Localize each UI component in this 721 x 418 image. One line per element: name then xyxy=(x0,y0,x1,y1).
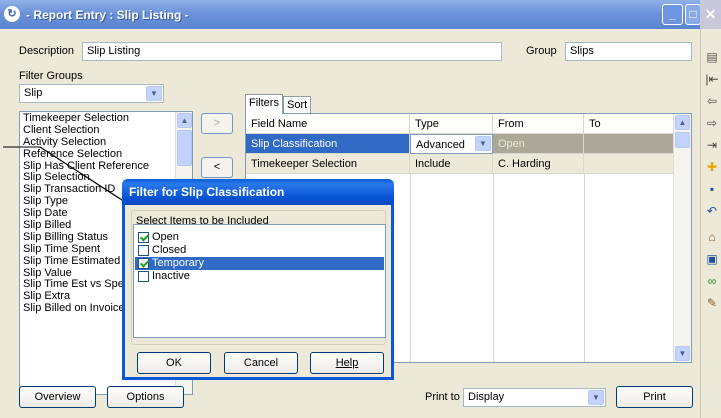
checkbox-checked-icon[interactable] xyxy=(138,258,149,269)
row-from[interactable]: C. Harding xyxy=(493,154,584,174)
home-icon[interactable]: ⌂ xyxy=(704,229,720,245)
print-to-value: Display xyxy=(468,391,505,403)
checklist-item-label: Inactive xyxy=(152,270,190,282)
filter-list-item[interactable]: Timekeeper Selection xyxy=(20,112,192,124)
group-label: Group xyxy=(526,45,557,57)
print-to-select[interactable]: Display ▼ xyxy=(463,388,606,407)
first-record-icon[interactable]: |⇤ xyxy=(704,71,720,87)
checklist-item[interactable]: Closed xyxy=(135,244,384,257)
undo-icon[interactable]: ↶ xyxy=(704,203,720,219)
print-preview-icon[interactable]: ▣ xyxy=(704,251,720,267)
checkbox-icon[interactable] xyxy=(138,245,149,256)
help-button[interactable]: Help xyxy=(310,352,384,374)
title-bar[interactable]: ↻ - Report Entry : Slip Listing - _ □ xyxy=(0,0,701,29)
cancel-button[interactable]: Cancel xyxy=(224,352,298,374)
description-label: Description xyxy=(19,45,75,57)
filter-groups-select[interactable]: Slip ▼ xyxy=(19,84,164,103)
row-to[interactable] xyxy=(584,154,674,174)
notes-icon[interactable]: ✎ xyxy=(704,295,720,311)
row-type-value: Advanced xyxy=(416,139,465,151)
scroll-up-icon[interactable]: ▲ xyxy=(177,113,192,128)
filter-groups-label: Filter Groups xyxy=(19,70,83,82)
checklist-item-label: Open xyxy=(152,231,179,243)
overview-button[interactable]: Overview xyxy=(19,386,96,408)
right-toolbar: ▤ |⇤ ⇦ ⇨ ⇥ ✚ ▪ ↶ ⌂ ▣ ∞ ✎ xyxy=(700,29,721,418)
grid-divider xyxy=(410,174,411,362)
dialog-title[interactable]: Filter for Slip Classification xyxy=(122,179,394,205)
checklist-item-label: Closed xyxy=(152,244,187,256)
close-icon[interactable]: ✕ xyxy=(700,0,721,29)
filter-dialog: Filter for Slip Classification Select It… xyxy=(122,179,394,380)
chevron-down-icon[interactable]: ▼ xyxy=(588,390,604,405)
window-title: - Report Entry : Slip Listing - xyxy=(26,8,189,22)
grid-divider xyxy=(493,174,494,362)
previous-record-icon[interactable]: ⇦ xyxy=(704,93,720,109)
options-button[interactable]: Options xyxy=(107,386,184,408)
filter-list-item[interactable]: Activity Selection xyxy=(20,136,192,148)
remove-filter-button[interactable]: < xyxy=(201,157,233,178)
print-button[interactable]: Print xyxy=(616,386,693,408)
group-field[interactable]: Slips xyxy=(565,42,692,61)
checklist-item[interactable]: Inactive xyxy=(135,270,384,283)
add-new-icon[interactable]: ✚ xyxy=(704,159,720,175)
row-type[interactable]: Include xyxy=(410,154,493,174)
grid-divider xyxy=(584,174,585,362)
add-filter-button[interactable]: > xyxy=(201,113,233,134)
next-record-icon[interactable]: ⇨ xyxy=(704,115,720,131)
table-row[interactable]: Timekeeper Selection Include C. Harding xyxy=(246,154,674,174)
filter-list-item[interactable]: Slip Has Client Reference xyxy=(20,160,192,172)
table-row[interactable]: Slip Classification Advanced ▼ Open xyxy=(246,134,674,154)
classification-checklist[interactable]: Open Closed Temporary Inactive xyxy=(133,224,386,338)
scroll-thumb[interactable] xyxy=(177,130,192,166)
scroll-up-icon[interactable]: ▲ xyxy=(675,115,690,130)
chevron-down-icon[interactable]: ▼ xyxy=(475,136,491,151)
last-record-icon[interactable]: ⇥ xyxy=(704,137,720,153)
checklist-item[interactable]: Temporary xyxy=(135,257,384,270)
link-icon[interactable]: ∞ xyxy=(704,273,720,289)
maximize-button[interactable]: □ xyxy=(685,4,701,25)
minimize-button[interactable]: _ xyxy=(662,4,683,25)
scroll-down-icon[interactable]: ▼ xyxy=(675,346,690,361)
column-header-to[interactable]: To xyxy=(584,114,674,134)
row-field-name[interactable]: Timekeeper Selection xyxy=(246,154,410,174)
checkbox-checked-icon[interactable] xyxy=(138,232,149,243)
row-to[interactable] xyxy=(584,134,674,154)
checkbox-icon[interactable] xyxy=(138,271,149,282)
grid-scrollbar[interactable]: ▲ ▼ xyxy=(673,114,691,362)
tab-filters[interactable]: Filters xyxy=(245,94,283,114)
row-field-name[interactable]: Slip Classification xyxy=(246,134,410,154)
scroll-thumb[interactable] xyxy=(675,132,690,148)
description-field[interactable]: Slip Listing xyxy=(82,42,502,61)
checklist-item-label: Temporary xyxy=(152,257,204,269)
print-to-label: Print to xyxy=(425,391,460,403)
checklist-item[interactable]: Open xyxy=(135,231,384,244)
app-icon: ↻ xyxy=(4,6,20,22)
chevron-down-icon[interactable]: ▼ xyxy=(146,86,162,101)
list-view-icon[interactable]: ▤ xyxy=(704,49,720,65)
filter-list-item[interactable]: Client Selection xyxy=(20,124,192,136)
row-from[interactable]: Open xyxy=(493,134,584,154)
save-icon[interactable]: ▪ xyxy=(704,181,720,197)
filter-groups-value: Slip xyxy=(24,87,43,99)
ok-button[interactable]: OK xyxy=(137,352,211,374)
row-type-select[interactable]: Advanced ▼ xyxy=(410,134,493,154)
filter-list-item[interactable]: Reference Selection xyxy=(20,148,192,160)
tab-sort[interactable]: Sort xyxy=(283,96,312,114)
column-header-field-name[interactable]: Field Name xyxy=(246,114,410,134)
column-header-from[interactable]: From xyxy=(493,114,584,134)
column-header-type[interactable]: Type xyxy=(410,114,493,134)
